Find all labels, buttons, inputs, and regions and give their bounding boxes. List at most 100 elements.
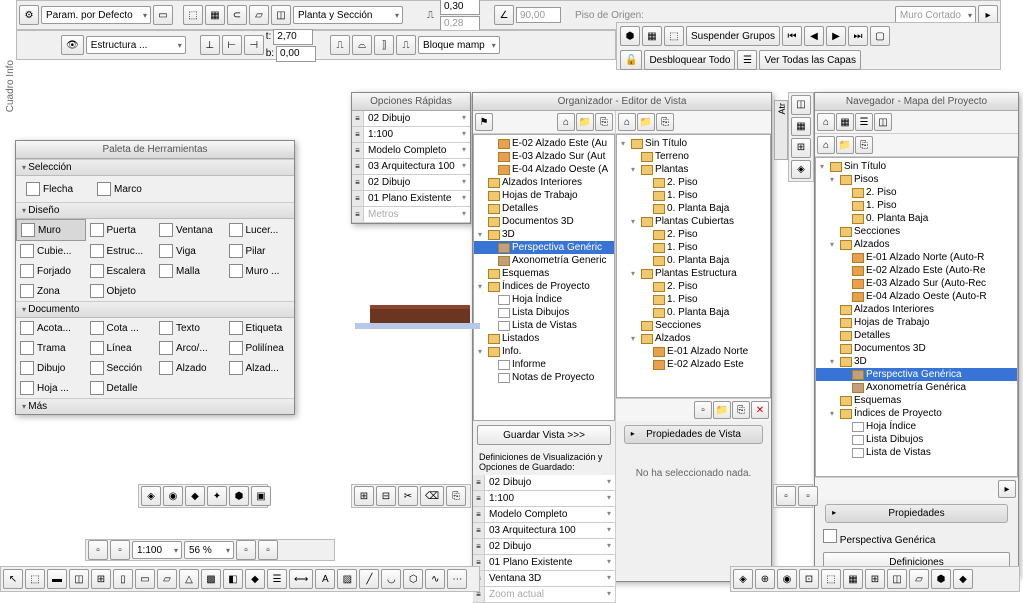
tree-item[interactable]: E-04 Alzado Oeste (Auto-R <box>816 290 1017 303</box>
tree-item[interactable]: Alzados Interiores <box>474 176 614 189</box>
bt-roof-icon[interactable]: △ <box>179 569 199 589</box>
tool-ventana[interactable]: Ventana <box>155 219 225 241</box>
geometry-icon-5[interactable]: ◫ <box>271 5 291 25</box>
br-icon-10[interactable]: ⬢ <box>931 569 951 589</box>
tree-item[interactable]: 2. Piso <box>816 186 1017 199</box>
geometry-icon-3[interactable]: ⊂ <box>227 5 247 25</box>
tool-alzado[interactable]: Alzado <box>155 358 225 378</box>
tree-item[interactable]: 0. Planta Baja <box>816 212 1017 225</box>
setting-dropdown[interactable]: 02 Dibujo <box>485 539 615 554</box>
tree-item[interactable]: ▾Índices de Proyecto <box>474 280 614 293</box>
tree-item[interactable]: E-03 Alzado Sur (Auto-Rec <box>816 277 1017 290</box>
wall-icon-3[interactable]: ⟧ <box>374 35 394 55</box>
3d-icon-4[interactable]: ✦ <box>207 486 227 506</box>
bt-arrow-icon[interactable]: ↖ <box>3 569 23 589</box>
bt-col-icon[interactable]: ▯ <box>113 569 133 589</box>
org-home-icon[interactable]: ⌂ <box>557 113 575 131</box>
setting-dropdown[interactable]: Zoom actual <box>485 587 615 602</box>
tool-dibujo[interactable]: Dibujo <box>16 358 86 378</box>
tool-objeto[interactable]: Objeto <box>86 281 156 301</box>
wall-icon-1[interactable]: ⎍ <box>330 35 350 55</box>
bt-poly-icon[interactable]: ⬡ <box>403 569 423 589</box>
nav-ext-icon[interactable]: ▢ <box>870 26 890 46</box>
bt-door-icon[interactable]: ◫ <box>69 569 89 589</box>
bt-text-icon[interactable]: A <box>315 569 335 589</box>
b-input[interactable] <box>276 46 316 62</box>
show-all-layers-button[interactable]: Ver Todas las Capas <box>759 50 861 70</box>
tool-detalle[interactable]: Detalle <box>86 378 156 398</box>
suspend-groups-button[interactable]: Suspender Grupos <box>686 26 780 46</box>
unlock-all-button[interactable]: Desbloquear Todo <box>644 50 735 70</box>
tool-puerta[interactable]: Puerta <box>86 219 156 241</box>
bt-mesh-icon[interactable]: ▩ <box>201 569 221 589</box>
wall-icon-2[interactable]: ⌓ <box>352 35 372 55</box>
tool-pilar[interactable]: Pilar <box>225 241 295 261</box>
br-icon-3[interactable]: ◉ <box>777 569 797 589</box>
status-icon-2[interactable]: ▫ <box>110 540 130 560</box>
tree-item[interactable]: 1. Piso <box>617 241 770 254</box>
tree-item[interactable]: 0. Planta Baja <box>617 306 770 319</box>
attr-tab[interactable]: Atr <box>774 100 788 160</box>
tree-item[interactable]: ▾Info. <box>474 345 614 358</box>
org-flag-icon[interactable]: ⚑ <box>475 113 493 131</box>
tree-item[interactable]: Detalles <box>474 202 614 215</box>
lock-icon[interactable]: 🔓 <box>620 50 642 70</box>
tree-item[interactable]: ▾Índices de Proyecto <box>816 407 1017 420</box>
tree-item[interactable]: 0. Planta Baja <box>617 254 770 267</box>
br-icon-2[interactable]: ⊕ <box>755 569 775 589</box>
tool-arco[interactable]: Arco/... <box>155 338 225 358</box>
bt-beam-icon[interactable]: ▭ <box>135 569 155 589</box>
tree-item[interactable]: 2. Piso <box>617 280 770 293</box>
tool-texto[interactable]: Texto <box>155 318 225 338</box>
setting-dropdown[interactable]: 01 Plano Existente <box>364 191 470 206</box>
nav-tab-1[interactable]: ⌂ <box>817 113 835 131</box>
setting-dropdown[interactable]: 02 Dibujo <box>485 475 615 490</box>
setting-dropdown[interactable]: Ventana 3D <box>485 571 615 586</box>
ref-icon-2[interactable]: ⊢ <box>222 35 242 55</box>
nav-prev-icon[interactable]: ◀ <box>804 26 824 46</box>
3d-icon-2[interactable]: ◉ <box>163 486 183 506</box>
tool-hoja[interactable]: Hoja ... <box>16 378 86 398</box>
tree-item[interactable]: Axonometría Genérica <box>816 381 1017 394</box>
bt-line-icon[interactable]: ╱ <box>359 569 379 589</box>
angle-input[interactable] <box>516 7 561 23</box>
tool-linea[interactable]: Línea <box>86 338 156 358</box>
tree-item[interactable]: 0. Planta Baja <box>617 202 770 215</box>
tool-polilinea[interactable]: Polilínea <box>225 338 295 358</box>
tree-item[interactable]: ▾Sin Título <box>816 160 1017 173</box>
planta-seccion-dropdown[interactable]: Planta y Sección <box>293 6 403 24</box>
nav-tab-4[interactable]: ◫ <box>874 113 892 131</box>
org-copy-icon[interactable]: ⎘ <box>732 401 750 419</box>
3d-icon-5[interactable]: ⬢ <box>229 486 249 506</box>
section-seleccion[interactable]: Selección <box>16 159 294 176</box>
tree-item[interactable]: E-02 Alzado Este (Au <box>474 137 614 150</box>
3d-icon-6[interactable]: ▣ <box>251 486 271 506</box>
layer-icon-2[interactable]: ▦ <box>642 26 662 46</box>
tree-item[interactable]: Hojas de Trabajo <box>474 189 614 202</box>
tree-item[interactable]: E-04 Alzado Oeste (A <box>474 163 614 176</box>
tree-item[interactable]: Secciones <box>816 225 1017 238</box>
ref-icon-3[interactable]: ⊣ <box>244 35 264 55</box>
setting-dropdown[interactable]: 1:100 <box>485 491 615 506</box>
nav-action-icon[interactable]: ▸ <box>998 480 1016 498</box>
geometry-icon-4[interactable]: ▱ <box>249 5 269 25</box>
tree-item[interactable]: Hoja Índice <box>816 420 1017 433</box>
br-icon-7[interactable]: ⊞ <box>865 569 885 589</box>
tree-item[interactable]: Lista de Vistas <box>474 319 614 332</box>
org-new-icon[interactable]: ▫ <box>694 401 712 419</box>
tree-item[interactable]: Hoja Índice <box>474 293 614 306</box>
bt-more-icon[interactable]: ⋯ <box>447 569 467 589</box>
tree-item[interactable]: Hojas de Trabajo <box>816 316 1017 329</box>
height-1-input[interactable] <box>440 0 480 15</box>
tree-item[interactable]: E-03 Alzado Sur (Aut <box>474 150 614 163</box>
tree-item[interactable]: 1. Piso <box>617 189 770 202</box>
tool-muro[interactable]: Muro <box>16 219 86 241</box>
tree-item[interactable]: ▾Pisos <box>816 173 1017 186</box>
3d-icon-3[interactable]: ◆ <box>185 486 205 506</box>
tree-item[interactable]: ▾Alzados <box>617 332 770 345</box>
tree-item[interactable]: ▾3D <box>816 355 1017 368</box>
br-icon-5[interactable]: ⬚ <box>821 569 841 589</box>
tree-item[interactable]: ▾Plantas Estructura <box>617 267 770 280</box>
tool-escalera[interactable]: Escalera <box>86 261 156 281</box>
setting-dropdown[interactable]: 02 Dibujo <box>364 111 470 126</box>
